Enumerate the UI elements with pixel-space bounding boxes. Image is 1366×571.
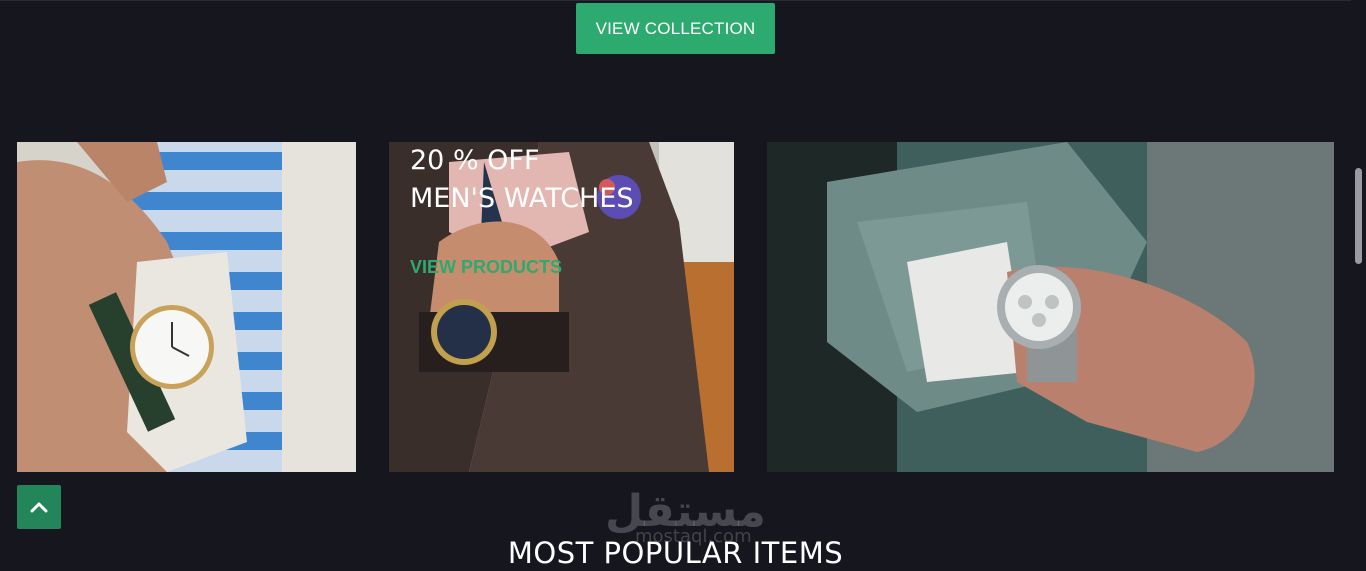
watch-photo-1 [17, 142, 356, 472]
scrollbar-thumb[interactable] [1355, 168, 1362, 264]
scrollbar[interactable] [1351, 0, 1366, 571]
product-image-1[interactable] [17, 142, 356, 472]
watermark-logo: مستقل [605, 486, 766, 537]
top-divider [0, 0, 1366, 1]
watch-photo-3 [767, 142, 1334, 472]
section-heading: MOST POPULAR ITEMS [507, 536, 844, 570]
promo-card[interactable]: 20 % OFF MEN'S WATCHES VIEW PRODUCTS [389, 142, 734, 472]
back-to-top-button[interactable] [17, 485, 61, 529]
promo-category: MEN'S WATCHES [410, 183, 634, 214]
view-products-link[interactable]: VIEW PRODUCTS [410, 257, 562, 278]
product-image-3[interactable] [767, 142, 1334, 472]
promo-title: 20 % OFF MEN'S WATCHES [410, 142, 634, 218]
promo-discount: 20 % OFF [410, 145, 540, 176]
view-collection-button[interactable]: VIEW COLLECTION [576, 3, 775, 54]
chevron-up-icon [30, 502, 48, 513]
